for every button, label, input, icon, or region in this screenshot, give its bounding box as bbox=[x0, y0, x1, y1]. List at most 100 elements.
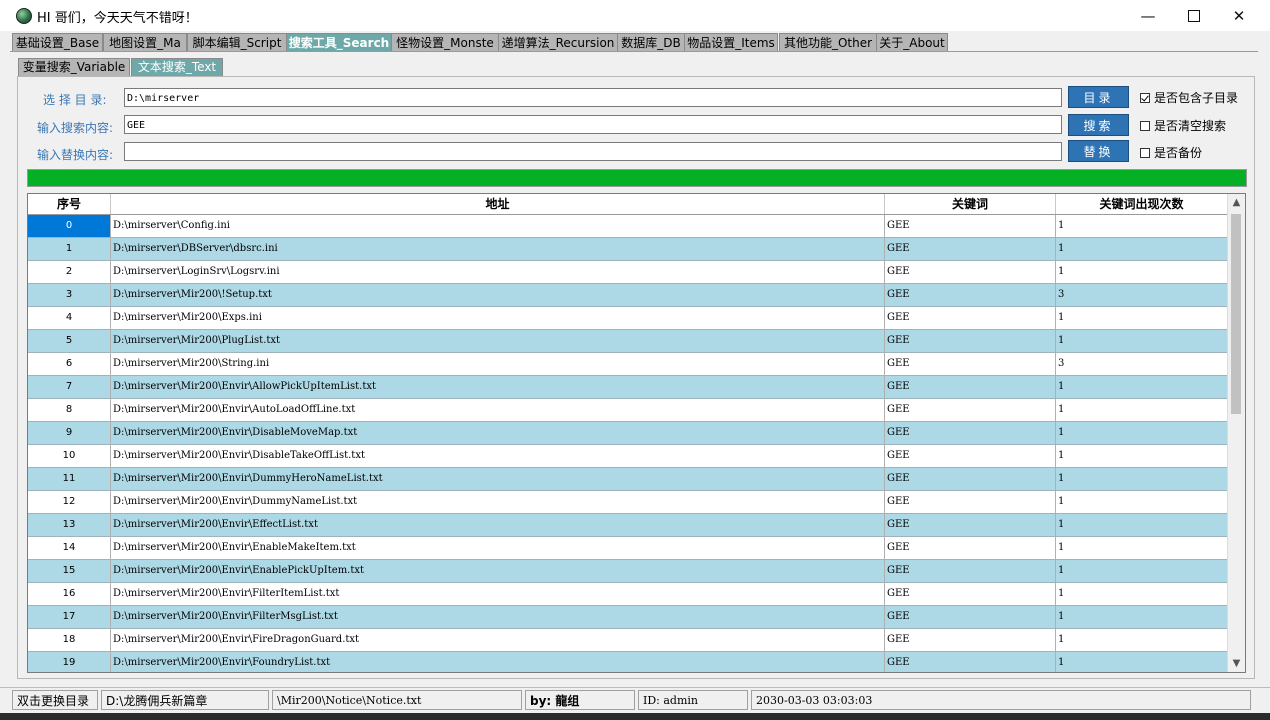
tab-script[interactable]: 脚本编辑_Script bbox=[187, 33, 287, 52]
cell-path[interactable]: D:\mirserver\Mir200\Envir\FilterMsgList.… bbox=[111, 606, 885, 628]
maximize-button[interactable] bbox=[1171, 0, 1217, 31]
table-row[interactable]: 3 D:\mirserver\Mir200\!Setup.txt GEE 3 bbox=[28, 284, 1228, 307]
cell-path[interactable]: D:\mirserver\Mir200\Envir\FilterItemList… bbox=[111, 583, 885, 605]
cell-path[interactable]: D:\mirserver\Mir200\Envir\EnableMakeItem… bbox=[111, 537, 885, 559]
vertical-scrollbar[interactable]: ▲ ▼ bbox=[1227, 194, 1245, 672]
cell-count[interactable]: 1 bbox=[1056, 629, 1228, 651]
cell-keyword[interactable]: GEE bbox=[885, 652, 1056, 672]
cell-index[interactable]: 15 bbox=[28, 560, 111, 582]
cell-index[interactable]: 19 bbox=[28, 652, 111, 672]
minimize-button[interactable]: — bbox=[1125, 0, 1171, 31]
dir-button[interactable]: 目录 bbox=[1068, 86, 1129, 108]
cell-keyword[interactable]: GEE bbox=[885, 238, 1056, 260]
cell-index[interactable]: 16 bbox=[28, 583, 111, 605]
table-row[interactable]: 8 D:\mirserver\Mir200\Envir\AutoLoadOffLi… bbox=[28, 399, 1228, 422]
table-row[interactable]: 16 D:\mirserver\Mir200\Envir\FilterItemLi… bbox=[28, 583, 1228, 606]
table-row[interactable]: 15 D:\mirserver\Mir200\Envir\EnablePickUp… bbox=[28, 560, 1228, 583]
results-grid[interactable]: 序号 地址 关键词 关键词出现次数 0 D:\mirserver\Config.i… bbox=[27, 193, 1246, 673]
subtab-text[interactable]: 文本搜索_Text bbox=[131, 58, 223, 76]
tab-about[interactable]: 关于_About bbox=[876, 33, 948, 52]
cell-path[interactable]: D:\mirserver\Mir200\!Setup.txt bbox=[111, 284, 885, 306]
table-row[interactable]: 6 D:\mirserver\Mir200\String.ini GEE 3 bbox=[28, 353, 1228, 376]
cell-keyword[interactable]: GEE bbox=[885, 376, 1056, 398]
cell-keyword[interactable]: GEE bbox=[885, 215, 1056, 237]
cell-keyword[interactable]: GEE bbox=[885, 284, 1056, 306]
scroll-thumb[interactable] bbox=[1231, 214, 1241, 414]
replace-input[interactable] bbox=[124, 142, 1062, 161]
cell-path[interactable]: D:\mirserver\LoginSrv\Logsrv.ini bbox=[111, 261, 885, 283]
cell-index[interactable]: 9 bbox=[28, 422, 111, 444]
cell-index[interactable]: 3 bbox=[28, 284, 111, 306]
cell-index[interactable]: 14 bbox=[28, 537, 111, 559]
cell-path[interactable]: D:\mirserver\Mir200\Envir\DisableTakeOff… bbox=[111, 445, 885, 467]
tab-search[interactable]: 搜索工具_Search bbox=[286, 33, 392, 52]
close-button[interactable]: ✕ bbox=[1216, 0, 1262, 31]
cell-keyword[interactable]: GEE bbox=[885, 606, 1056, 628]
cell-keyword[interactable]: GEE bbox=[885, 330, 1056, 352]
cell-keyword[interactable]: GEE bbox=[885, 261, 1056, 283]
table-row[interactable]: 13 D:\mirserver\Mir200\Envir\EffectList.t… bbox=[28, 514, 1228, 537]
tab-map[interactable]: 地图设置_Ma bbox=[103, 33, 187, 52]
cell-path[interactable]: D:\mirserver\Mir200\Envir\AutoLoadOffLin… bbox=[111, 399, 885, 421]
cell-keyword[interactable]: GEE bbox=[885, 307, 1056, 329]
col-header-path[interactable]: 地址 bbox=[111, 194, 885, 214]
cell-path[interactable]: D:\mirserver\Mir200\Envir\DummyNameList.… bbox=[111, 491, 885, 513]
table-row[interactable]: 0 D:\mirserver\Config.ini GEE 1 bbox=[28, 215, 1228, 238]
cell-path[interactable]: D:\mirserver\Mir200\Envir\EffectList.txt bbox=[111, 514, 885, 536]
cell-path[interactable]: D:\mirserver\Mir200\Envir\AllowPickUpIte… bbox=[111, 376, 885, 398]
cell-count[interactable]: 1 bbox=[1056, 583, 1228, 605]
cell-count[interactable]: 3 bbox=[1056, 284, 1228, 306]
cell-index[interactable]: 13 bbox=[28, 514, 111, 536]
scroll-up-icon[interactable]: ▲ bbox=[1228, 194, 1245, 211]
cell-keyword[interactable]: GEE bbox=[885, 583, 1056, 605]
cell-count[interactable]: 1 bbox=[1056, 261, 1228, 283]
cell-index[interactable]: 18 bbox=[28, 629, 111, 651]
cell-index[interactable]: 17 bbox=[28, 606, 111, 628]
tab-items[interactable]: 物品设置_Items bbox=[684, 33, 778, 52]
cell-index[interactable]: 12 bbox=[28, 491, 111, 513]
cell-index[interactable]: 11 bbox=[28, 468, 111, 490]
cell-index[interactable]: 10 bbox=[28, 445, 111, 467]
status-hint[interactable]: 双击更换目录 bbox=[12, 690, 98, 710]
cell-count[interactable]: 1 bbox=[1056, 606, 1228, 628]
cell-index[interactable]: 8 bbox=[28, 399, 111, 421]
cell-count[interactable]: 1 bbox=[1056, 330, 1228, 352]
tab-other[interactable]: 其他功能_Other bbox=[779, 33, 877, 52]
table-row[interactable]: 4 D:\mirserver\Mir200\Exps.ini GEE 1 bbox=[28, 307, 1228, 330]
cell-path[interactable]: D:\mirserver\Mir200\Envir\DummyHeroNameL… bbox=[111, 468, 885, 490]
cell-count[interactable]: 1 bbox=[1056, 491, 1228, 513]
cell-index[interactable]: 7 bbox=[28, 376, 111, 398]
cell-path[interactable]: D:\mirserver\Mir200\Envir\FoundryList.tx… bbox=[111, 652, 885, 672]
cell-path[interactable]: D:\mirserver\Mir200\Envir\EnablePickUpIt… bbox=[111, 560, 885, 582]
cell-count[interactable]: 1 bbox=[1056, 215, 1228, 237]
cell-count[interactable]: 1 bbox=[1056, 422, 1228, 444]
cell-keyword[interactable]: GEE bbox=[885, 560, 1056, 582]
table-row[interactable]: 9 D:\mirserver\Mir200\Envir\DisableMoveMa… bbox=[28, 422, 1228, 445]
cell-count[interactable]: 1 bbox=[1056, 399, 1228, 421]
search-button[interactable]: 搜索 bbox=[1068, 114, 1129, 136]
col-header-count[interactable]: 关键词出现次数 bbox=[1056, 194, 1228, 214]
include-subdirs-checkbox[interactable]: 是否包含子目录 bbox=[1140, 89, 1238, 106]
cell-path[interactable]: D:\mirserver\Mir200\Envir\FireDragonGuar… bbox=[111, 629, 885, 651]
cell-index[interactable]: 6 bbox=[28, 353, 111, 375]
scroll-down-icon[interactable]: ▼ bbox=[1228, 655, 1245, 672]
cell-index[interactable]: 0 bbox=[28, 215, 111, 237]
cell-keyword[interactable]: GEE bbox=[885, 514, 1056, 536]
cell-count[interactable]: 1 bbox=[1056, 537, 1228, 559]
table-row[interactable]: 10 D:\mirserver\Mir200\Envir\DisableTakeO… bbox=[28, 445, 1228, 468]
table-row[interactable]: 1 D:\mirserver\DBServer\dbsrc.ini GEE 1 bbox=[28, 238, 1228, 261]
cell-count[interactable]: 3 bbox=[1056, 353, 1228, 375]
cell-keyword[interactable]: GEE bbox=[885, 537, 1056, 559]
col-header-keyword[interactable]: 关键词 bbox=[885, 194, 1056, 214]
dir-input[interactable]: D:\mirserver bbox=[124, 88, 1062, 107]
cell-keyword[interactable]: GEE bbox=[885, 491, 1056, 513]
cell-index[interactable]: 5 bbox=[28, 330, 111, 352]
cell-keyword[interactable]: GEE bbox=[885, 468, 1056, 490]
table-row[interactable]: 18 D:\mirserver\Mir200\Envir\FireDragonGu… bbox=[28, 629, 1228, 652]
cell-path[interactable]: D:\mirserver\Mir200\PlugList.txt bbox=[111, 330, 885, 352]
col-header-index[interactable]: 序号 bbox=[28, 194, 111, 214]
cell-count[interactable]: 1 bbox=[1056, 514, 1228, 536]
clear-search-checkbox[interactable]: 是否清空搜索 bbox=[1140, 117, 1226, 134]
replace-button[interactable]: 替换 bbox=[1068, 140, 1129, 162]
cell-path[interactable]: D:\mirserver\Config.ini bbox=[111, 215, 885, 237]
